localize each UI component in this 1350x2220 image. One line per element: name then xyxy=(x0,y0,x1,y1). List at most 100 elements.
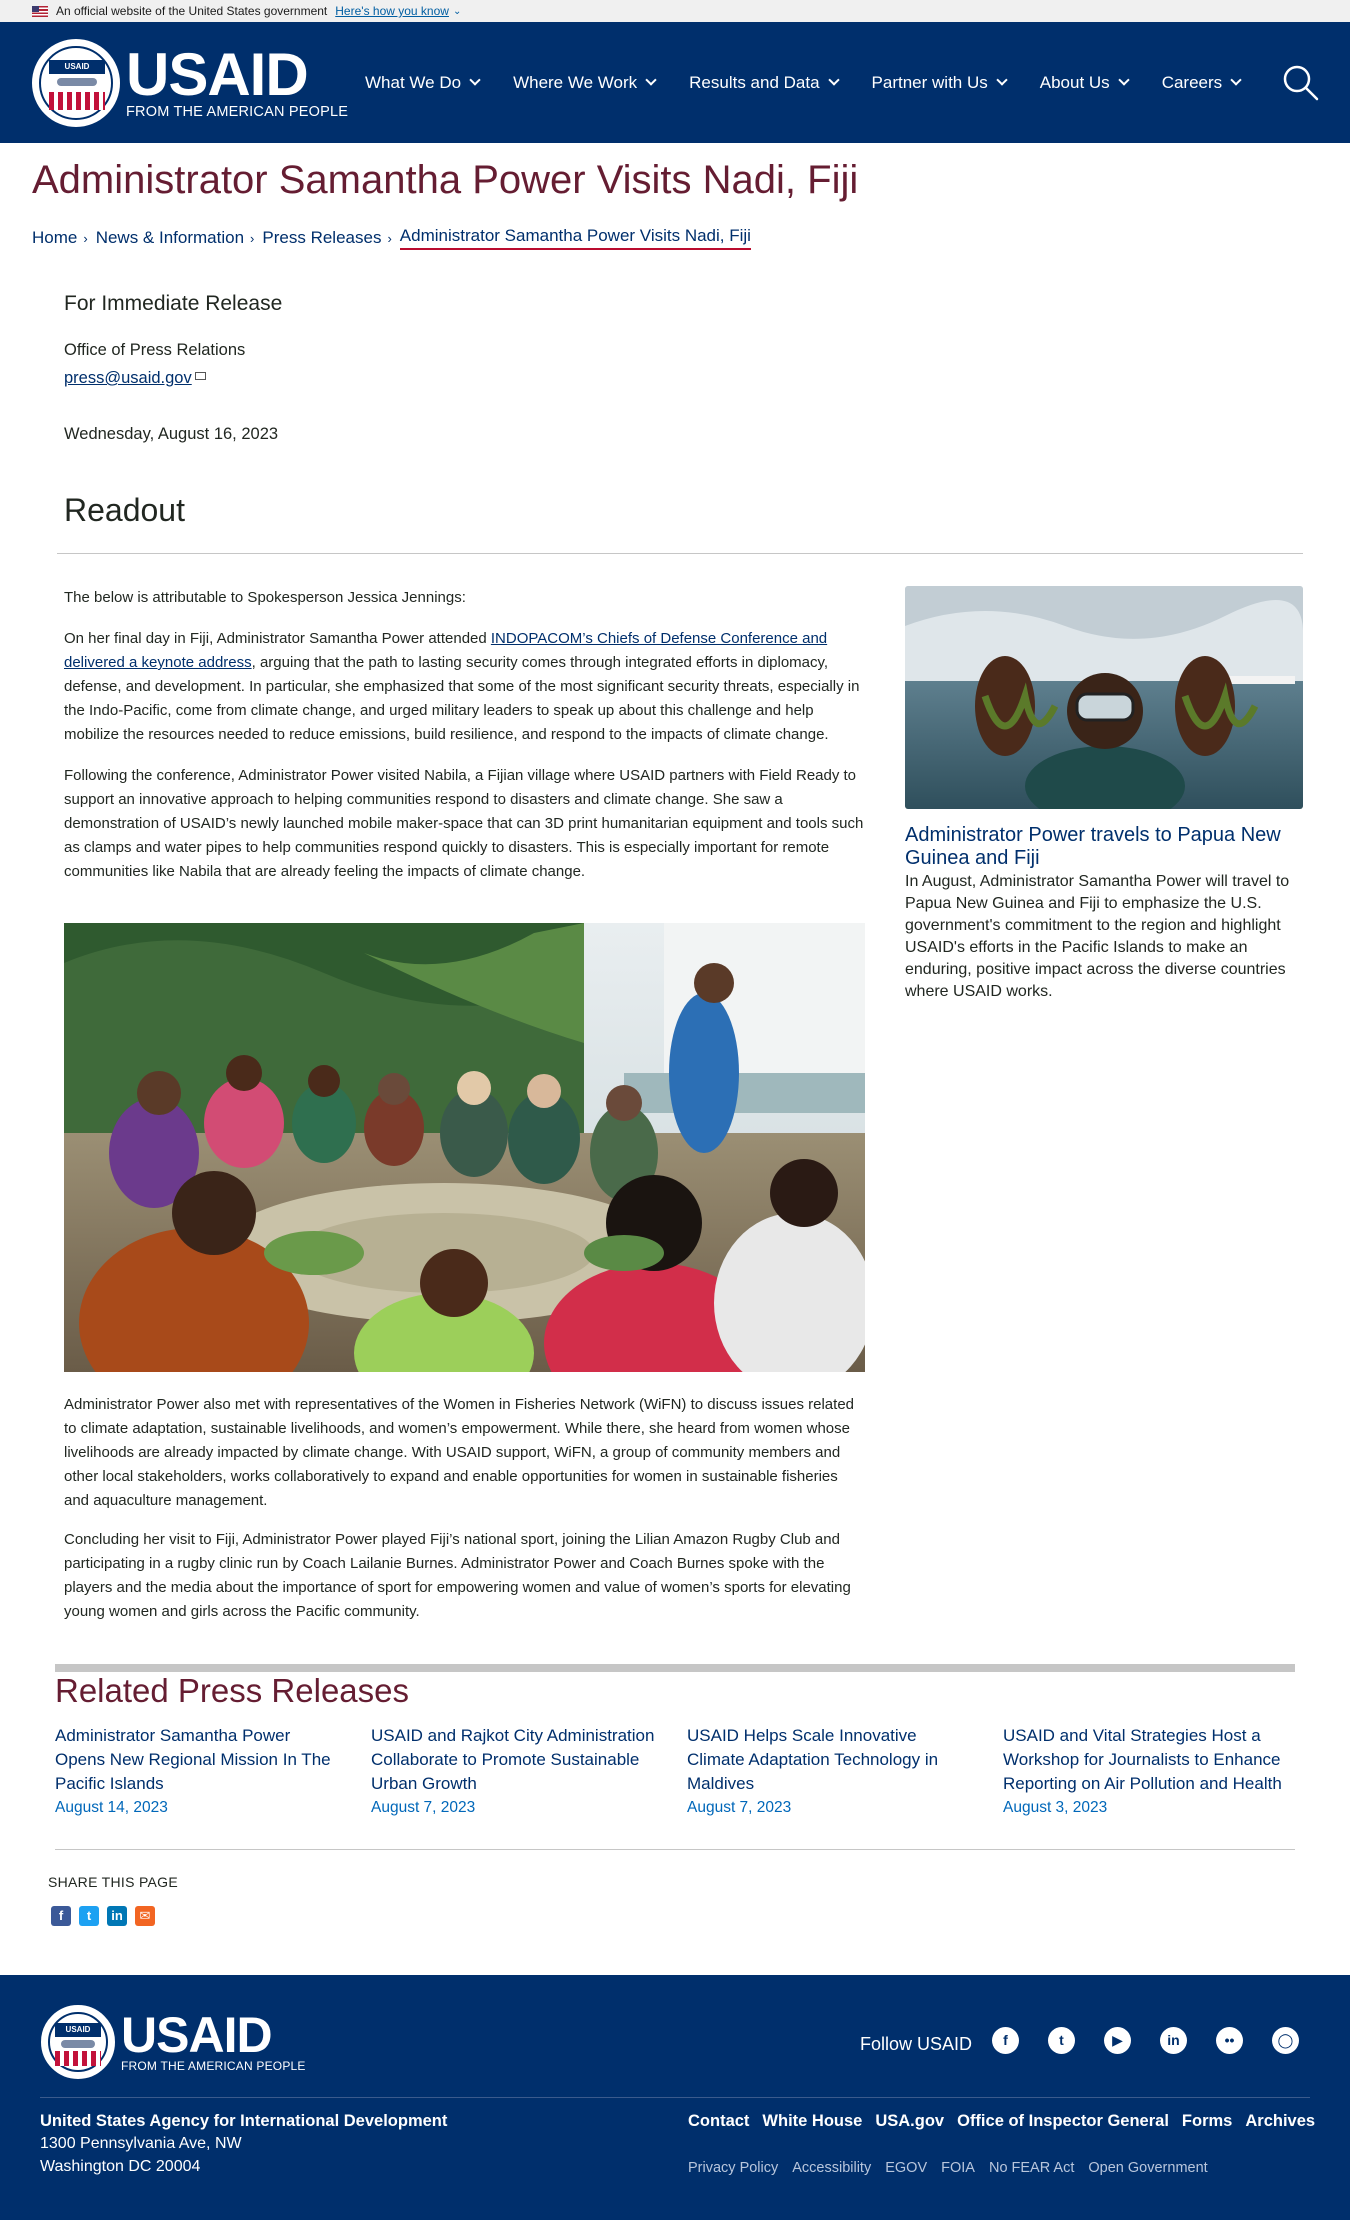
footer-link-no-fear-act[interactable]: No FEAR Act xyxy=(989,2160,1074,2176)
related-item-date: August 7, 2023 xyxy=(687,1799,792,1816)
readout-heading: Readout xyxy=(64,492,185,528)
search-button[interactable] xyxy=(1282,64,1320,102)
nav-partner-with-us[interactable]: Partner with Us xyxy=(872,73,1008,93)
site-header: USAID USAID FROM THE AMERICAN PEOPLE Wha… xyxy=(0,22,1350,143)
nav-where-we-work[interactable]: Where We Work xyxy=(513,73,657,93)
chevron-down-icon xyxy=(996,74,1008,86)
sidebar-feature-photo[interactable] xyxy=(905,586,1303,809)
search-icon xyxy=(1283,65,1319,101)
follow-label: Follow USAID xyxy=(860,2034,973,2054)
nav-about-us[interactable]: About Us xyxy=(1040,73,1130,93)
related-item: USAID and Vital Strategies Host a Worksh… xyxy=(1003,1724,1293,1817)
breadcrumb-press-releases[interactable]: Press Releases xyxy=(262,228,381,248)
chevron-down-icon xyxy=(1230,74,1242,86)
chevron-down-icon xyxy=(645,74,657,86)
nav-results-and-data[interactable]: Results and Data xyxy=(689,73,840,93)
release-label: For Immediate Release xyxy=(64,292,283,315)
article-paragraph: On her final day in Fiji, Administrator … xyxy=(64,630,860,743)
related-item-title[interactable]: USAID Helps Scale Innovative Climate Ada… xyxy=(687,1726,938,1793)
flickr-icon[interactable]: •• xyxy=(1216,2027,1243,2054)
gov-banner-text: An official website of the United States… xyxy=(56,4,328,18)
article-paragraph: Administrator Power also met with repres… xyxy=(64,1396,854,1509)
divider xyxy=(57,553,1303,554)
article-paragraph: Concluding her visit to Fiji, Administra… xyxy=(64,1531,851,1620)
article-body: The below is attributable to Spokesperso… xyxy=(64,586,866,901)
facebook-icon[interactable]: f xyxy=(992,2027,1019,2054)
nav-careers[interactable]: Careers xyxy=(1162,73,1242,93)
article-paragraph: Following the conference, Administrator … xyxy=(64,767,864,880)
footer-usaid-logo[interactable]: USAID USAID FROM THE AMERICAN PEOPLE xyxy=(41,2005,306,2079)
related-heading: Related Press Releases xyxy=(55,1672,410,1709)
chevron-down-icon xyxy=(827,74,840,86)
page-title: Administrator Samantha Power Visits Nadi… xyxy=(32,158,859,202)
footer-links: Contact White House USA.gov Office of In… xyxy=(688,2112,1328,2131)
mail-icon xyxy=(194,372,206,380)
article-body-continued: Administrator Power also met with repres… xyxy=(64,1393,866,1639)
footer-link-accessibility[interactable]: Accessibility xyxy=(792,2160,871,2176)
footer-link-contact[interactable]: Contact xyxy=(688,2112,749,2131)
share-icons: f t in ✉ xyxy=(51,1906,163,1926)
release-date: Wednesday, August 16, 2023 xyxy=(64,425,279,443)
footer-link-privacy-policy[interactable]: Privacy Policy xyxy=(688,2160,778,2176)
logo-tagline: FROM THE AMERICAN PEOPLE xyxy=(126,103,349,120)
gov-banner: An official website of the United States… xyxy=(0,0,1350,22)
related-item-date: August 7, 2023 xyxy=(371,1799,476,1816)
linkedin-share-icon[interactable]: in xyxy=(107,1906,127,1926)
footer-link-white-house[interactable]: White House xyxy=(762,2112,862,2131)
twitter-share-icon[interactable]: t xyxy=(79,1906,99,1926)
breadcrumb-news[interactable]: News & Information xyxy=(96,228,244,248)
footer-link-inspector-general[interactable]: Office of Inspector General xyxy=(957,2112,1169,2131)
usaid-logo[interactable]: USAID USAID FROM THE AMERICAN PEOPLE xyxy=(32,39,348,127)
divider xyxy=(55,1849,1295,1850)
chevron-down-icon xyxy=(469,74,481,86)
footer-link-open-government[interactable]: Open Government xyxy=(1088,2160,1207,2176)
sidebar-feature-description: In August, Administrator Samantha Power … xyxy=(905,873,1290,1000)
footer-link-archives[interactable]: Archives xyxy=(1245,2112,1315,2131)
social-links: f t ▶ in •• ◯ xyxy=(992,2027,1328,2054)
related-item-title[interactable]: USAID and Vital Strategies Host a Worksh… xyxy=(1003,1726,1282,1793)
related-item-date: August 14, 2023 xyxy=(55,1799,168,1816)
footer-divider xyxy=(40,2097,1310,2098)
facebook-share-icon[interactable]: f xyxy=(51,1906,71,1926)
email-share-icon[interactable]: ✉ xyxy=(135,1906,155,1926)
linkedin-icon[interactable]: in xyxy=(1160,2027,1187,2054)
footer-link-foia[interactable]: FOIA xyxy=(941,2160,975,2176)
main-nav: What We Do Where We Work Results and Dat… xyxy=(365,22,1274,143)
article-paragraph: The below is attributable to Spokesperso… xyxy=(64,589,466,606)
related-item-date: August 3, 2023 xyxy=(1003,1799,1108,1816)
footer-link-usa-gov[interactable]: USA.gov xyxy=(875,2112,944,2131)
breadcrumb-separator-icon: › xyxy=(250,230,255,246)
chevron-down-icon xyxy=(1118,74,1130,86)
youtube-icon[interactable]: ▶ xyxy=(1104,2027,1131,2054)
heres-how-you-know-link[interactable]: Here's how you know xyxy=(335,4,449,18)
breadcrumb-home[interactable]: Home xyxy=(32,228,77,248)
sidebar-feature-title[interactable]: Administrator Power travels to Papua New… xyxy=(905,824,1303,870)
breadcrumb: Home › News & Information › Press Releas… xyxy=(32,226,751,250)
breadcrumb-separator-icon: › xyxy=(83,230,88,246)
meeting-photo xyxy=(64,923,865,1372)
footer-link-forms[interactable]: Forms xyxy=(1182,2112,1232,2131)
share-label: SHARE THIS PAGE xyxy=(48,1874,179,1890)
related-item: Administrator Samantha Power Opens New R… xyxy=(55,1724,345,1817)
press-email-link[interactable]: press@usaid.gov xyxy=(64,369,206,388)
related-divider xyxy=(55,1664,1295,1672)
breadcrumb-current[interactable]: Administrator Samantha Power Visits Nadi… xyxy=(399,226,751,250)
related-item-title[interactable]: Administrator Samantha Power Opens New R… xyxy=(55,1726,331,1793)
footer-link-egov[interactable]: EGOV xyxy=(885,2160,927,2176)
related-item: USAID and Rajkot City Administration Col… xyxy=(371,1724,661,1817)
footer-address-line: 1300 Pennsylvania Ave, NW xyxy=(40,2135,242,2152)
instagram-icon[interactable]: ◯ xyxy=(1272,2027,1299,2054)
usaid-seal-icon: USAID xyxy=(41,2005,115,2079)
footer-address-line: Washington DC 20004 xyxy=(40,2158,201,2175)
chevron-down-icon: ⌄ xyxy=(452,5,462,17)
logo-wordmark: USAID xyxy=(121,2006,273,2063)
us-flag-icon xyxy=(32,5,48,17)
related-item-title[interactable]: USAID and Rajkot City Administration Col… xyxy=(371,1726,654,1793)
usaid-seal-icon: USAID xyxy=(32,39,120,127)
logo-wordmark: USAID xyxy=(126,40,309,108)
twitter-icon[interactable]: t xyxy=(1048,2027,1075,2054)
nav-what-we-do[interactable]: What We Do xyxy=(365,73,481,93)
footer-agency-name: United States Agency for International D… xyxy=(40,2112,448,2130)
footer-sublinks: Privacy Policy Accessibility EGOV FOIA N… xyxy=(688,2160,1222,2176)
related-item: USAID Helps Scale Innovative Climate Ada… xyxy=(687,1724,977,1817)
